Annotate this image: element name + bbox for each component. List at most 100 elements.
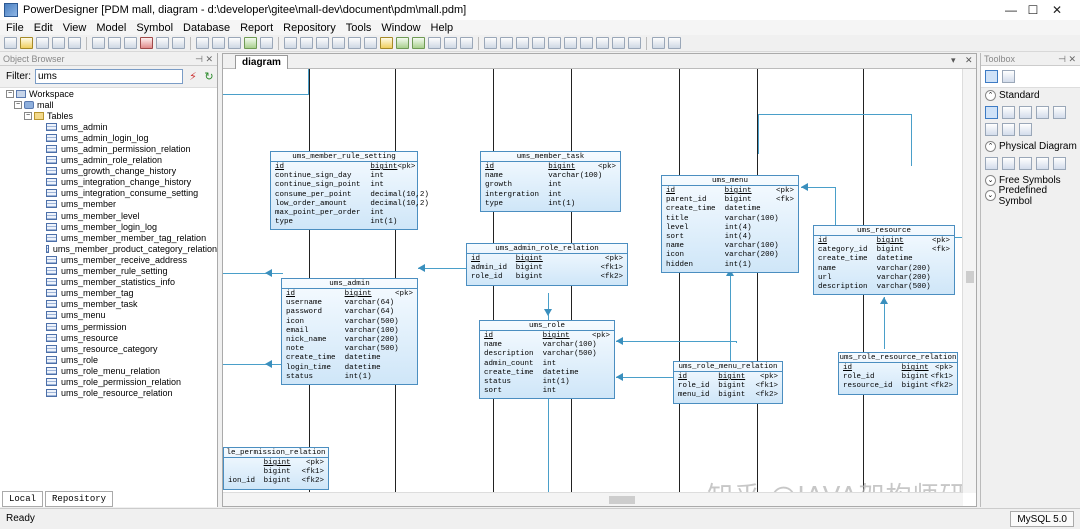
menu-model[interactable]: Model — [92, 22, 132, 34]
menu-symbol[interactable]: Symbol — [132, 22, 179, 34]
tab-repository[interactable]: Repository — [45, 491, 114, 507]
table-ums-role-menu-relation[interactable]: ums_role_menu_relation id bigint <pk> role_i… — [673, 361, 783, 404]
filter-input[interactable]: ums — [35, 69, 183, 84]
pin-icon[interactable]: ⊣ ✕ — [1058, 53, 1076, 66]
collapse-icon[interactable]: − — [14, 100, 22, 109]
layout-6-icon[interactable] — [564, 37, 577, 49]
pointer-tool-icon[interactable] — [985, 106, 998, 119]
new-icon[interactable] — [4, 37, 17, 49]
clear-filter-icon[interactable]: ⚡ — [187, 71, 199, 83]
tab-local[interactable]: Local — [2, 491, 44, 507]
toolbox-section-predefined-symbols[interactable]: ⌄ Predefined Symbol — [981, 185, 1080, 207]
tree-item-tables-folder[interactable]: − Tables — [0, 110, 217, 121]
menu-edit[interactable]: Edit — [30, 22, 59, 34]
menu-help[interactable]: Help — [427, 22, 460, 34]
properties-icon[interactable] — [196, 37, 209, 49]
zoom-in-icon[interactable] — [284, 37, 297, 49]
close-button[interactable]: ✕ — [1034, 0, 1080, 20]
table-ums-member-rule-setting[interactable]: ums_member_rule_setting id bigint <pk> conti… — [270, 151, 429, 231]
open-icon[interactable] — [20, 37, 33, 49]
comment-icon[interactable] — [612, 37, 625, 49]
package-tool-icon[interactable] — [985, 157, 998, 170]
large-icons-view-icon[interactable] — [985, 70, 998, 83]
redo-icon[interactable] — [172, 37, 185, 49]
menu-window[interactable]: Window — [377, 22, 426, 34]
tree-item-table[interactable]: ums_member — [0, 199, 217, 210]
tree-item-table[interactable]: ums_admin_login_log — [0, 132, 217, 143]
font-icon[interactable] — [412, 37, 425, 49]
menu-database[interactable]: Database — [179, 22, 236, 34]
align-left-icon[interactable] — [348, 37, 361, 49]
tree-item-table[interactable]: ums_resource — [0, 332, 217, 343]
list-view-icon[interactable] — [1002, 70, 1015, 83]
link-tool-icon[interactable] — [1019, 123, 1032, 136]
layout-icon[interactable] — [484, 37, 497, 49]
tree-item-table[interactable]: ums_integration_change_history — [0, 177, 217, 188]
find-icon[interactable] — [212, 37, 225, 49]
table-ums-admin-role-relation[interactable]: ums_admin_role_relation id bigint <pk> admin… — [466, 243, 628, 286]
layout-5-icon[interactable] — [548, 37, 561, 49]
table-ums-menu[interactable]: ums_menu id bigint <pk> parent_id bigint <fk> c… — [661, 175, 799, 273]
table-ums-role-resource-relation[interactable]: ums_role_resource_relation id bigint <pk> ro… — [838, 352, 958, 395]
table-ums-admin[interactable]: ums_admin id bigint <pk> username varchar(64)… — [281, 278, 418, 386]
grid-icon[interactable] — [332, 37, 345, 49]
undo-icon[interactable] — [156, 37, 169, 49]
print-preview-icon[interactable] — [652, 37, 665, 49]
open-package-tool-icon[interactable] — [1053, 106, 1066, 119]
print-icon[interactable] — [68, 37, 81, 49]
menu-view[interactable]: View — [59, 22, 93, 34]
tree-item-table[interactable]: ums_admin — [0, 121, 217, 132]
tree-item-table[interactable]: ums_member_product_category_relation — [0, 243, 217, 254]
copy-icon[interactable] — [108, 37, 121, 49]
refresh-filter-icon[interactable]: ↻ — [203, 71, 215, 83]
tree-item-table[interactable]: ums_role_permission_relation — [0, 376, 217, 387]
tree-item-table[interactable]: ums_admin_role_relation — [0, 155, 217, 166]
tree-item-table[interactable]: ums_admin_permission_relation — [0, 143, 217, 154]
note-icon[interactable] — [628, 37, 641, 49]
zoom-out-tool-icon[interactable] — [1036, 106, 1049, 119]
grabber-tool-icon[interactable] — [1002, 106, 1015, 119]
toolbox-section-physical-diagram[interactable]: ⌃ Physical Diagram — [981, 139, 1080, 154]
shadow-icon[interactable] — [460, 37, 473, 49]
layout-4-icon[interactable] — [532, 37, 545, 49]
close-diagram-icon[interactable]: ✕ — [965, 55, 973, 66]
check-model-icon[interactable] — [228, 37, 241, 49]
properties-tool-icon[interactable] — [985, 123, 998, 136]
page-setup-icon[interactable] — [668, 37, 681, 49]
tree-item-table[interactable]: ums_member_statistics_info — [0, 277, 217, 288]
paste-icon[interactable] — [124, 37, 137, 49]
horizontal-scrollbar[interactable] — [223, 492, 963, 506]
fill-icon[interactable] — [444, 37, 457, 49]
pin-icon[interactable]: ⊣ ✕ — [195, 53, 213, 66]
tree-item-workspace[interactable]: − Workspace — [0, 88, 217, 99]
tree-item-table[interactable]: ums_growth_change_history — [0, 166, 217, 177]
tree-item-table[interactable]: ums_role_resource_relation — [0, 388, 217, 399]
zoom-out-icon[interactable] — [300, 37, 313, 49]
table-ums-resource[interactable]: ums_resource id bigint <pk> category_id bigin… — [813, 225, 955, 296]
menu-tools[interactable]: Tools — [342, 22, 378, 34]
scroll-thumb[interactable] — [609, 496, 635, 504]
tree-item-table[interactable]: ums_member_login_log — [0, 221, 217, 232]
tree-item-table[interactable]: ums_permission — [0, 321, 217, 332]
table-ums-member-task[interactable]: ums_member_task id bigint <pk> name varchar(1… — [480, 151, 621, 213]
menu-repository[interactable]: Repository — [279, 22, 342, 34]
tree-item-table[interactable]: ums_integration_consume_setting — [0, 188, 217, 199]
table-ums-role-permission-relation[interactable]: le_permission_relation bigint <pk> bigint <f… — [223, 447, 329, 490]
tree-item-table[interactable]: ums_member_task — [0, 299, 217, 310]
align-right-icon[interactable] — [364, 37, 377, 49]
tree-item-table[interactable]: ums_role_menu_relation — [0, 365, 217, 376]
generate-icon[interactable] — [244, 37, 257, 49]
view-tool-icon[interactable] — [1019, 157, 1032, 170]
vertical-scrollbar[interactable] — [962, 69, 976, 493]
tab-diagram[interactable]: diagram — [235, 55, 288, 69]
collapse-icon[interactable]: − — [24, 111, 32, 120]
tree-item-table[interactable]: ums_member_member_tag_relation — [0, 232, 217, 243]
tab-list-icon[interactable]: ▾ — [951, 55, 956, 66]
layout-2-icon[interactable] — [500, 37, 513, 49]
zoom-fit-icon[interactable] — [316, 37, 329, 49]
layout-8-icon[interactable] — [596, 37, 609, 49]
menu-file[interactable]: File — [2, 22, 30, 34]
cut-icon[interactable] — [92, 37, 105, 49]
diagram-canvas[interactable]: ums_member_rule_setting id bigint <pk> conti… — [223, 69, 963, 493]
delete-icon[interactable] — [140, 37, 153, 49]
